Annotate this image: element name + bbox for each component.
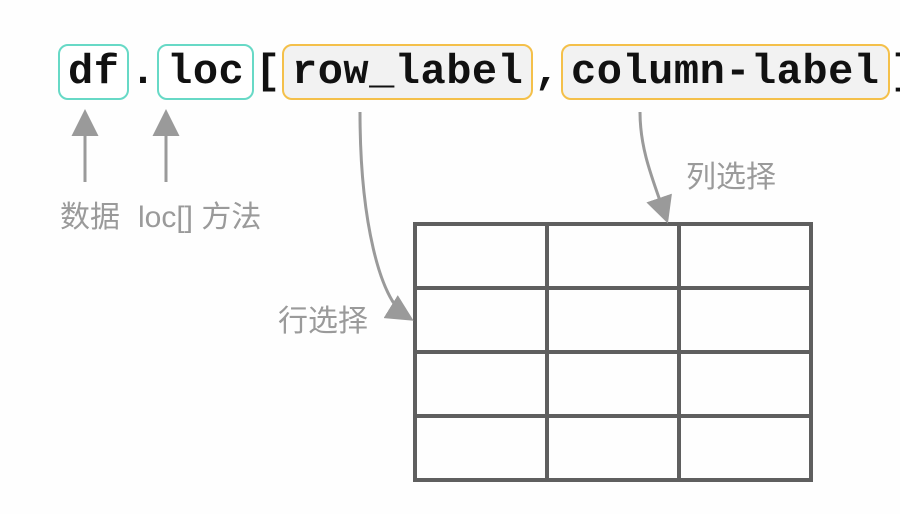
- table-row: [415, 352, 811, 416]
- token-comma: ,: [533, 48, 561, 96]
- token-column-label: column-label: [561, 44, 889, 100]
- table-row: [415, 224, 811, 288]
- table-row: [415, 288, 811, 352]
- code-expression: df.loc[row_label,column-label]: [58, 44, 900, 100]
- label-row-select: 行选择: [278, 296, 368, 340]
- label-loc-method: loc[] 方法: [138, 192, 261, 236]
- arrow-col-select: [640, 112, 665, 215]
- data-grid: [413, 222, 813, 482]
- token-lbracket: [: [254, 48, 282, 96]
- label-data: 数据: [60, 192, 120, 236]
- token-loc: loc: [157, 44, 254, 100]
- token-row-label: row_label: [282, 44, 533, 100]
- token-df: df: [58, 44, 129, 100]
- token-dot: .: [129, 48, 157, 96]
- arrow-row-select: [360, 112, 406, 316]
- token-rbracket: ]: [890, 48, 900, 96]
- label-col-select: 列选择: [686, 152, 776, 196]
- table-row: [415, 416, 811, 480]
